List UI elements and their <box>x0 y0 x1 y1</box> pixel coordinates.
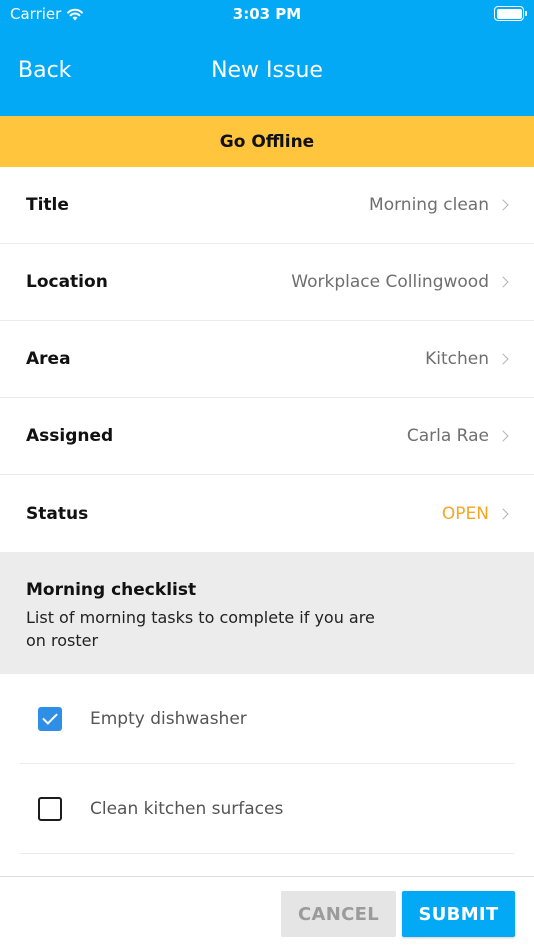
assigned-value: Carla Rae <box>406 426 489 446</box>
location-label: Location <box>26 272 108 292</box>
checkbox-checked[interactable] <box>38 706 62 731</box>
cancel-button[interactable]: CANCEL <box>281 891 396 937</box>
submit-button[interactable]: SUBMIT <box>402 891 515 937</box>
checklist-item-label: Empty dishwasher <box>90 708 247 729</box>
location-value: Workplace Collingwood <box>291 272 489 292</box>
checklist-item-label: Clean kitchen surfaces <box>90 798 284 819</box>
back-button[interactable]: Back <box>18 58 71 83</box>
footer-bar: CANCEL SUBMIT <box>0 876 534 950</box>
chevron-right-icon <box>497 199 509 211</box>
chevron-right-icon <box>497 276 509 288</box>
checkbox-unchecked[interactable] <box>38 796 62 821</box>
status-label: Status <box>26 503 89 524</box>
checklist-item[interactable]: Empty dishwasher <box>20 674 514 764</box>
assigned-row[interactable]: Assigned Carla Rae <box>0 398 534 475</box>
title-row[interactable]: Title Morning clean <box>0 167 534 244</box>
title-label: Title <box>26 195 69 215</box>
title-value: Morning clean <box>369 195 489 215</box>
status-bar: Carrier 3:03 PM <box>0 0 534 28</box>
location-row[interactable]: Location Workplace Collingwood <box>0 244 534 321</box>
status-row[interactable]: Status OPEN <box>0 475 534 552</box>
chevron-right-icon <box>497 507 509 520</box>
area-row[interactable]: Area Kitchen <box>0 321 534 398</box>
status-time: 3:03 PM <box>232 5 302 23</box>
chevron-right-icon <box>497 430 509 442</box>
assigned-label: Assigned <box>26 426 114 446</box>
go-offline-button[interactable]: Go Offline <box>0 116 534 167</box>
page-title: New Issue <box>211 58 323 83</box>
area-value: Kitchen <box>425 349 489 369</box>
checklist-title: Morning checklist <box>26 580 197 600</box>
checklist-description: List of morning tasks to complete if you… <box>26 608 375 650</box>
checklist-item[interactable]: Clean kitchen surfaces <box>20 764 514 854</box>
status-badge: OPEN <box>441 503 489 524</box>
checklist-header: Morning checklist List of morning tasks … <box>0 552 534 674</box>
area-label: Area <box>26 349 71 369</box>
battery-icon <box>494 6 527 21</box>
app-header: Carrier 3:03 PM Back New Issue <box>0 0 534 116</box>
chevron-right-icon <box>497 353 509 365</box>
